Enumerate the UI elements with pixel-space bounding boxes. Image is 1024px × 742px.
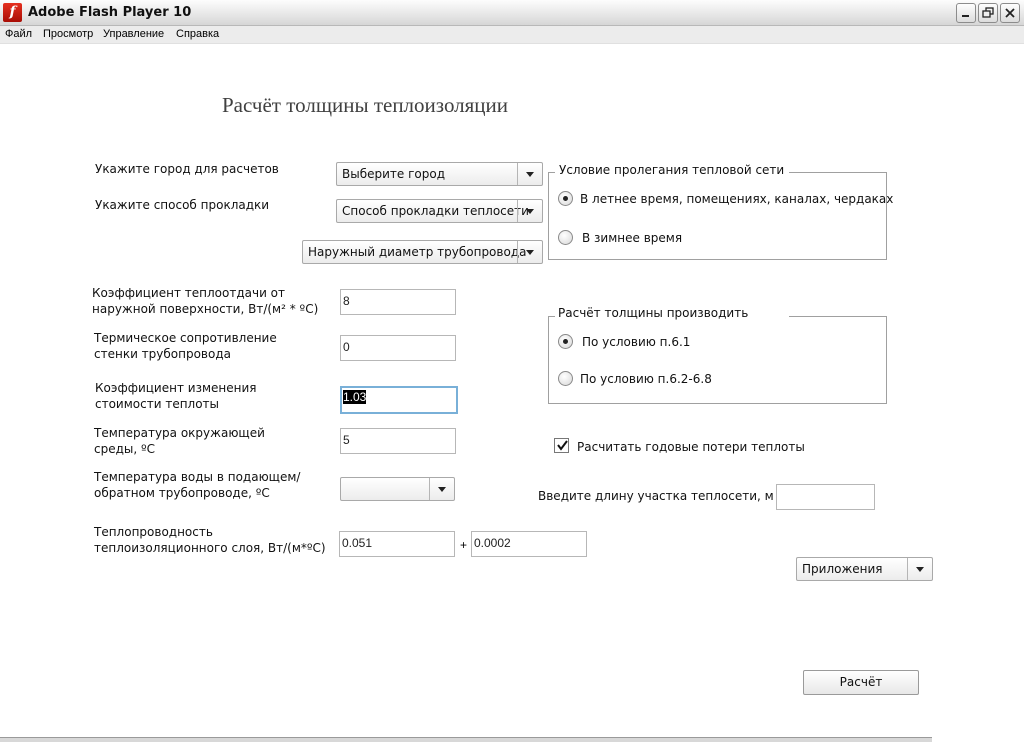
laying-condition-group bbox=[548, 172, 887, 260]
menu-bar: Файл Просмотр Управление Справка bbox=[0, 26, 1024, 44]
chevron-down-icon bbox=[517, 241, 542, 263]
annual-losses-checkbox[interactable] bbox=[554, 438, 569, 453]
plus-sign: + bbox=[460, 538, 468, 552]
title-bar: f Adobe Flash Player 10 bbox=[0, 0, 1024, 26]
chevron-down-icon bbox=[517, 200, 542, 222]
diameter-dropdown[interactable]: Наружный диаметр трубопровода bbox=[302, 240, 543, 264]
ambient-temp-input[interactable]: 5 bbox=[340, 428, 456, 454]
heat-transfer-input[interactable]: 8 bbox=[340, 289, 456, 315]
calculate-button[interactable]: Расчёт bbox=[803, 670, 919, 695]
radio-winter[interactable] bbox=[558, 230, 573, 245]
cost-coef-input[interactable]: 1.03 bbox=[340, 386, 458, 414]
page-title: Расчёт толщины теплоизоляции bbox=[222, 93, 509, 117]
radio-clause-6-1-label: По условию п.6.1 bbox=[582, 335, 691, 349]
appendix-dropdown[interactable]: Приложения bbox=[796, 557, 933, 581]
restore-button[interactable] bbox=[978, 3, 998, 23]
conductivity-input-2[interactable]: 0.0002 bbox=[471, 531, 587, 557]
laying-dropdown-value: Способ прокладки теплосети bbox=[342, 204, 529, 218]
wall-resistance-label: Термическое сопротивление стенки трубопро… bbox=[94, 331, 277, 361]
cost-coef-label: Коэффициент изменения стоимости теплоты bbox=[95, 381, 257, 411]
city-dropdown[interactable]: Выберите город bbox=[336, 162, 543, 186]
conductivity-label: Теплопроводность теплоизоляционного слоя,… bbox=[94, 525, 326, 555]
window-title: Adobe Flash Player 10 bbox=[28, 5, 192, 20]
radio-clause-6-1[interactable] bbox=[558, 334, 573, 349]
radio-summer[interactable] bbox=[558, 191, 573, 206]
heat-transfer-label: Коэффициент теплоотдачи от наружной повер… bbox=[92, 286, 319, 316]
city-dropdown-value: Выберите город bbox=[342, 167, 445, 181]
bottom-strip bbox=[0, 737, 932, 742]
radio-clause-6-2-label: По условию п.6.2-6.8 bbox=[580, 372, 712, 386]
city-label: Укажите город для расчетов bbox=[95, 162, 279, 176]
cost-coef-value: 1.03 bbox=[343, 390, 367, 404]
appendix-dropdown-value: Приложения bbox=[802, 562, 883, 576]
wall-resistance-input[interactable]: 0 bbox=[340, 335, 456, 361]
chevron-down-icon bbox=[907, 558, 932, 580]
minimize-button[interactable] bbox=[956, 3, 976, 23]
calc-by-group bbox=[548, 316, 887, 404]
diameter-dropdown-value: Наружный диаметр трубопровода bbox=[308, 245, 527, 259]
radio-winter-label: В зимнее время bbox=[582, 231, 683, 245]
menu-file[interactable]: Файл bbox=[5, 28, 32, 40]
radio-clause-6-2[interactable] bbox=[558, 371, 573, 386]
section-length-label: Введите длину участка теплосети, м bbox=[538, 489, 774, 503]
laying-label: Укажите способ прокладки bbox=[95, 198, 270, 212]
menu-view[interactable]: Просмотр bbox=[43, 28, 93, 40]
menu-control[interactable]: Управление bbox=[103, 28, 164, 40]
annual-losses-label: Расчитать годовые потери теплоты bbox=[577, 440, 805, 454]
chevron-down-icon bbox=[429, 478, 454, 500]
close-button[interactable] bbox=[1000, 3, 1020, 23]
water-temp-dropdown[interactable] bbox=[340, 477, 455, 501]
checkmark-icon bbox=[557, 440, 568, 451]
menu-help[interactable]: Справка bbox=[176, 28, 219, 40]
conductivity-input-1[interactable]: 0.051 bbox=[339, 531, 455, 557]
calc-by-legend: Расчёт толщины производить bbox=[556, 306, 751, 320]
laying-dropdown[interactable]: Способ прокладки теплосети bbox=[336, 199, 543, 223]
flash-player-icon: f bbox=[3, 3, 22, 22]
water-temp-label: Температура воды в подающем/обратном тру… bbox=[94, 470, 301, 500]
chevron-down-icon bbox=[517, 163, 542, 185]
radio-summer-label: В летнее время, помещениях, каналах, чер… bbox=[580, 192, 894, 206]
section-length-input[interactable] bbox=[776, 484, 875, 510]
laying-condition-legend: Условие пролегания тепловой сети bbox=[557, 163, 787, 177]
ambient-temp-label: Температура окружающей среды, ºС bbox=[94, 426, 265, 456]
